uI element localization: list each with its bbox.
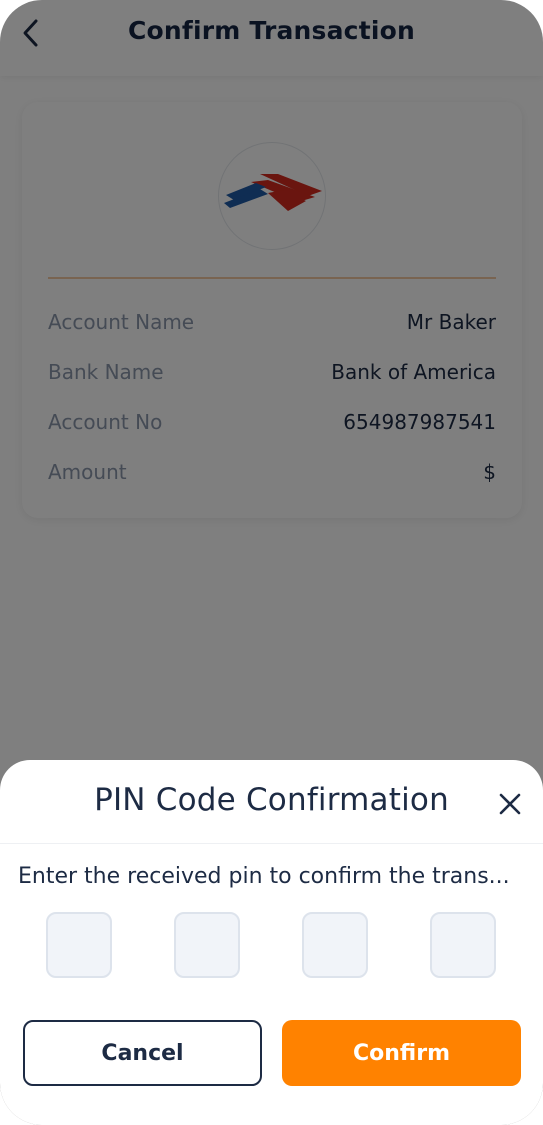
sheet-title: PIN Code Confirmation [94,782,449,818]
pin-instruction: Enter the received pin to confirm the tr… [18,864,510,889]
pin-digit-3[interactable] [302,912,368,978]
sheet-divider [0,843,543,844]
close-button[interactable] [492,786,528,822]
pin-confirmation-sheet: PIN Code Confirmation Enter the received… [0,760,543,1125]
close-icon [499,793,521,815]
pin-digit-4[interactable] [430,912,496,978]
confirm-button[interactable]: Confirm [282,1020,521,1086]
screen: Confirm Transaction Account Name Mr Bake… [0,0,543,1125]
pin-digit-2[interactable] [174,912,240,978]
cancel-button[interactable]: Cancel [23,1020,262,1086]
pin-digit-1[interactable] [46,912,112,978]
